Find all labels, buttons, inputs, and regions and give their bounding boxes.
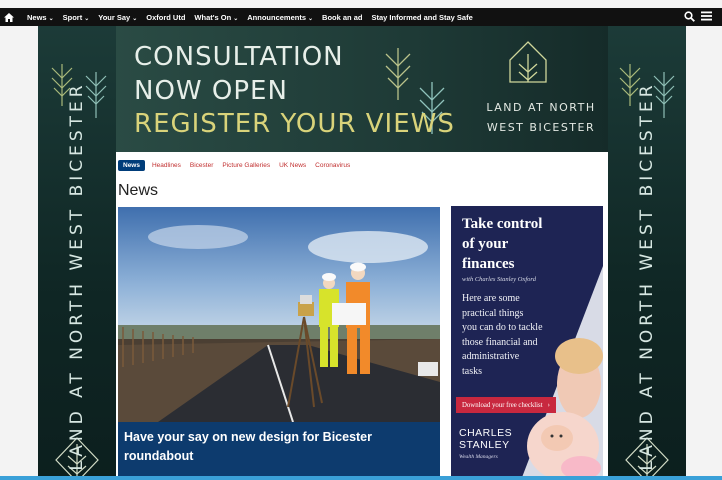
- chevron-down-icon: ⌄: [308, 15, 314, 22]
- home-icon[interactable]: [0, 12, 18, 22]
- advert-tagline: Wealth Managers: [459, 454, 498, 460]
- advert-logo-line-2: STANLEY: [459, 439, 510, 451]
- section-tabs: News Headlines Bicester Picture Gallerie…: [118, 160, 359, 171]
- tab-headlines[interactable]: Headlines: [152, 162, 181, 169]
- story-photo: [118, 207, 440, 423]
- tab-coronavirus[interactable]: Coronavirus: [315, 162, 350, 169]
- main-content: News Headlines Bicester Picture Gallerie…: [116, 152, 608, 480]
- nav-item-your-say[interactable]: Your Say ⌄: [98, 13, 137, 22]
- menu-icon[interactable]: [701, 11, 712, 23]
- side-advert-right[interactable]: LAND AT NORTH WEST BICESTER: [608, 26, 686, 480]
- story-headline[interactable]: Have your say on new design for Bicester…: [118, 422, 440, 480]
- chevron-down-icon: ⌄: [233, 15, 239, 22]
- advert-heading: Take control of your finances: [462, 216, 543, 272]
- advert-byline: with Charles Stanley Oxford: [462, 276, 536, 283]
- nav-item-stay-informed[interactable]: Stay Informed and Stay Safe: [371, 13, 472, 22]
- chevron-down-icon: ⌄: [84, 15, 90, 22]
- side-banner-text: LAND AT NORTH WEST BICESTER: [637, 81, 657, 471]
- top-navigation-bar: News ⌄ Sport ⌄ Your Say ⌄ Oxford Utd What's…: [0, 8, 722, 26]
- page-title: News: [118, 182, 159, 199]
- nav-item-whats-on[interactable]: What's On ⌄: [194, 13, 238, 22]
- bottom-accent-bar: [0, 476, 722, 480]
- download-checklist-button[interactable]: Download your free checklist ›: [456, 397, 556, 413]
- advert-body: Here are some practical things you can d…: [462, 293, 543, 377]
- advert-logo-line-1: CHARLES: [459, 427, 513, 439]
- nav-item-news[interactable]: News ⌄: [27, 13, 54, 22]
- charles-stanley-advert[interactable]: Take control of your finances with Charl…: [451, 206, 603, 480]
- nav-item-sport[interactable]: Sport ⌄: [63, 13, 90, 22]
- tab-bicester[interactable]: Bicester: [190, 162, 213, 169]
- tab-uk-news[interactable]: UK News: [279, 162, 306, 169]
- nav-item-book-an-ad[interactable]: Book an ad: [322, 13, 362, 22]
- side-banner-text: LAND AT NORTH WEST BICESTER: [67, 81, 87, 471]
- search-icon[interactable]: [684, 10, 695, 24]
- tab-picture-galleries[interactable]: Picture Galleries: [222, 162, 270, 169]
- top-advert-banner[interactable]: CONSULTATION NOW OPEN REGISTER YOUR VIEW…: [116, 26, 608, 152]
- banner-brand-line-2: WEST BICESTER: [486, 121, 596, 134]
- chevron-right-icon: ›: [547, 401, 550, 409]
- banner-line-2: NOW OPEN: [134, 76, 288, 106]
- banner-line-3: REGISTER YOUR VIEWS: [134, 109, 455, 139]
- banner-brand-line-1: LAND AT NORTH: [486, 101, 596, 114]
- nav-item-oxford-utd[interactable]: Oxford Utd: [146, 13, 185, 22]
- banner-line-1: CONSULTATION: [134, 42, 344, 72]
- tab-news[interactable]: News: [118, 160, 145, 171]
- side-advert-left[interactable]: LAND AT NORTH WEST BICESTER: [38, 26, 116, 480]
- chevron-down-icon: ⌄: [132, 15, 138, 22]
- chevron-down-icon: ⌄: [48, 15, 54, 22]
- nav-item-announcements[interactable]: Announcements ⌄: [247, 13, 313, 22]
- lead-story[interactable]: Have your say on new design for Bicester…: [118, 207, 440, 480]
